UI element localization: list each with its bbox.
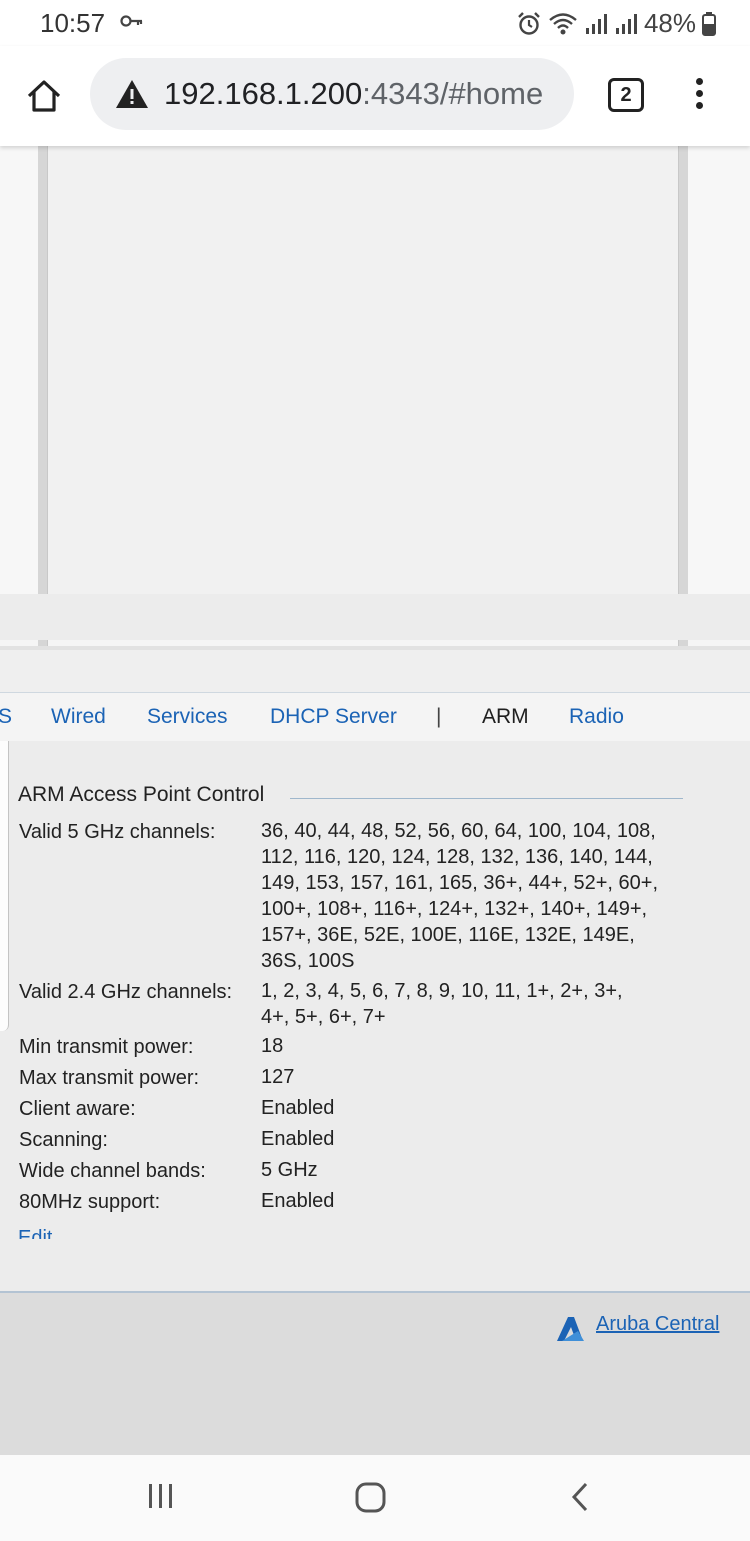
property-value: 127 [261,1066,295,1088]
property-value: 36, 40, 44, 48, 52, 56, 60, 64, 100, 104… [261,820,659,972]
tab-radio[interactable]: Radio [569,705,624,729]
tab-services[interactable]: Services [147,705,228,729]
wifi-icon [548,11,578,37]
property-label: Valid 2.4 GHz channels: [19,981,233,1003]
address-bar[interactable]: 192.168.1.200:4343/#home [90,58,574,130]
status-time: 10:57 [40,8,106,38]
blank-panel [48,146,678,594]
recent-apps-icon [149,1484,172,1508]
home-button[interactable] [24,76,64,116]
property-label: Max transmit power: [19,1067,200,1089]
tab-dhcp-server[interactable]: DHCP Server [270,705,397,729]
property-label: Client aware: [19,1098,136,1120]
property-label: Wide channel bands: [19,1160,206,1182]
recent-apps-button[interactable] [146,1481,186,1517]
more-vert-icon [695,78,703,85]
url-text[interactable]: 192.168.1.200:4343/#home [164,76,543,112]
back-chevron-icon [571,1482,588,1512]
alarm-icon [516,11,542,37]
warning-icon[interactable] [114,78,150,115]
vpn-key-icon [120,12,144,35]
aruba-logo-icon [554,1315,586,1343]
aruba-central-link[interactable]: Aruba Central [596,1313,719,1336]
url-path: :4343/#home [362,76,544,111]
property-value: Enabled [261,1097,335,1119]
property-label: Scanning: [19,1129,108,1151]
battery-icon [702,11,716,36]
property-label: Valid 5 GHz channels: [19,821,216,843]
battery-percent: 48% [643,8,696,38]
property-value: 5 GHz [261,1159,318,1181]
signal-icon [584,12,608,36]
config-tabs: S Wired Services DHCP Server | ARM Radio [0,692,750,742]
more-menu-button[interactable] [694,78,704,114]
signal-icon [614,12,638,36]
property-value: 18 [261,1035,284,1057]
property-value: Enabled [261,1128,335,1150]
home-nav-button[interactable] [354,1481,394,1517]
section-title: ARM Access Point Control [18,783,265,806]
property-value: Enabled [261,1190,335,1212]
edit-link[interactable]: Edit [18,1227,52,1239]
home-icon [27,80,61,112]
property-value: 1, 2, 3, 4, 5, 6, 7, 8, 9, 10, 11, 1+, 2… [261,980,623,1028]
back-button[interactable] [568,1481,608,1517]
tab-arm[interactable]: ARM [482,705,529,729]
footer: Aruba Central [0,1291,750,1455]
browser-toolbar: 192.168.1.200:4343/#home 2 [0,46,750,146]
property-label: 80MHz support: [19,1191,161,1213]
status-bar: 10:57 48% [0,0,750,46]
property-label: Min transmit power: [19,1036,194,1058]
url-host: 192.168.1.200 [164,76,363,111]
arm-panel: ARM Access Point Control Valid 5 GHz cha… [0,741,750,1291]
upper-content-area [0,146,750,650]
system-nav-bar [0,1455,750,1541]
section-divider [290,798,683,799]
tab-partial[interactable]: S [0,705,12,729]
tab-separator: | [436,705,442,728]
tab-switcher-button[interactable]: 2 [608,78,644,112]
home-circle-icon [355,1482,386,1513]
tab-wired[interactable]: Wired [51,705,106,729]
